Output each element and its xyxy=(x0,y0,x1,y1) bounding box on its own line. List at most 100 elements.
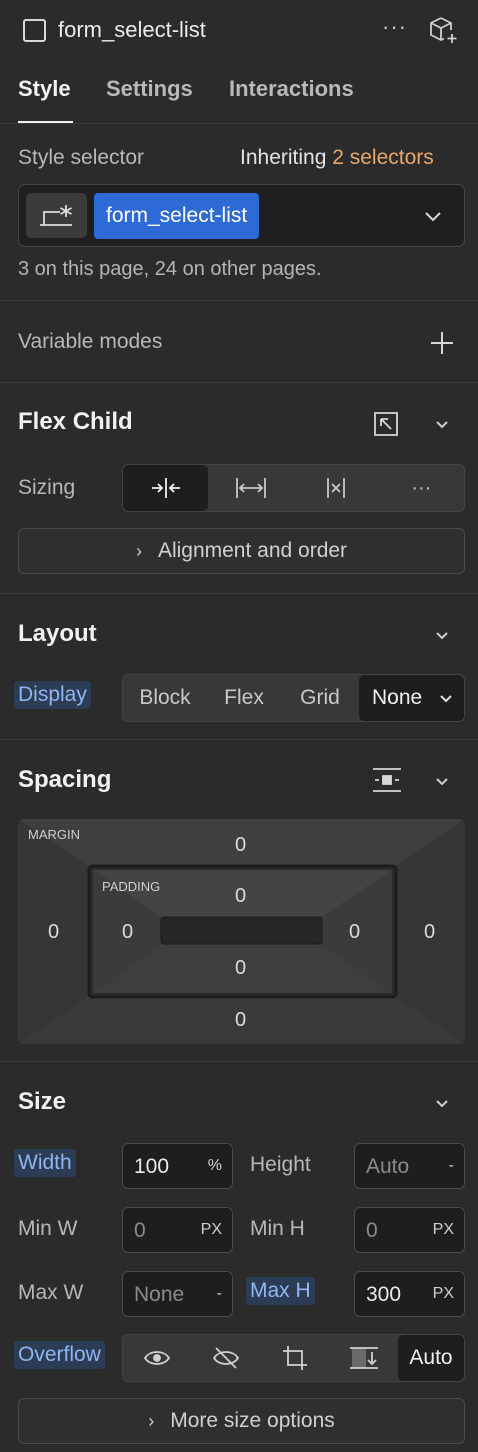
margin-right-value[interactable]: 0 xyxy=(424,921,435,944)
inheriting-text: Inheriting 2 selectors xyxy=(240,146,434,170)
min-height-input[interactable]: 0 PX xyxy=(354,1207,465,1253)
overflow-hidden-option[interactable] xyxy=(192,1335,261,1381)
scroll-down-icon xyxy=(349,1347,378,1369)
min-height-label[interactable]: Min H xyxy=(250,1217,305,1241)
selector-usage-text: 3 on this page, 24 on other pages. xyxy=(18,258,322,280)
size-title: Size xyxy=(18,1088,67,1115)
chevron-right-icon: › xyxy=(135,540,142,561)
display-none-dropdown[interactable]: None xyxy=(359,675,464,721)
layout-collapse-chevron-icon[interactable] xyxy=(431,624,453,646)
display-flex-option[interactable]: Flex xyxy=(207,675,281,721)
overflow-auto-scroll-option[interactable] xyxy=(329,1335,398,1381)
sizing-none-option[interactable] xyxy=(294,465,379,511)
min-width-input[interactable]: 0 PX xyxy=(122,1207,233,1253)
selector-chip[interactable]: form_select-list xyxy=(94,193,260,239)
padding-left-value[interactable]: 0 xyxy=(122,921,133,944)
min-height-value: 0 xyxy=(366,1219,378,1242)
spacing-box-model: MARGIN 0 0 0 0 PADDING 0 0 0 0 xyxy=(18,819,465,1044)
display-segmented-control: Block Flex Grid None xyxy=(122,674,465,722)
flex-child-divider xyxy=(0,593,478,594)
layout-divider xyxy=(0,739,478,740)
width-input[interactable]: 100 % xyxy=(122,1143,233,1189)
margin-left-value[interactable]: 0 xyxy=(48,921,59,944)
display-dropdown-chevron-icon xyxy=(440,695,452,703)
selector-divider xyxy=(0,300,478,301)
component-add-icon[interactable] xyxy=(428,15,458,50)
max-height-value: 300 xyxy=(366,1283,402,1306)
width-value: 100 xyxy=(134,1155,170,1178)
selector-box[interactable]: form_select-list xyxy=(18,184,465,247)
tab-style[interactable]: Style xyxy=(18,76,71,102)
padding-label: PADDING xyxy=(102,879,161,894)
flex-child-collapse-chevron-icon[interactable] xyxy=(431,413,453,435)
flex-child-title: Flex Child xyxy=(18,408,133,435)
display-grid-option[interactable]: Grid xyxy=(281,675,359,721)
add-variable-mode-icon[interactable] xyxy=(429,330,455,361)
max-width-label[interactable]: Max W xyxy=(18,1281,83,1305)
more-size-options-button[interactable]: › More size options xyxy=(18,1398,465,1444)
more-options-icon[interactable]: ··· xyxy=(382,14,407,40)
max-width-value: None xyxy=(134,1283,185,1306)
max-height-input[interactable]: 300 PX xyxy=(354,1271,465,1317)
alignment-and-order-label: Alignment and order xyxy=(157,539,348,562)
crop-icon xyxy=(282,1346,307,1370)
layout-title: Layout xyxy=(18,620,97,647)
spacing-title: Spacing xyxy=(18,766,112,793)
overflow-label[interactable]: Overflow xyxy=(14,1341,105,1369)
overflow-scroll-option[interactable] xyxy=(261,1335,330,1381)
min-width-value: 0 xyxy=(134,1219,146,1242)
max-width-unit-select[interactable]: - xyxy=(217,1285,222,1303)
eye-icon xyxy=(144,1351,171,1365)
style-selector-label: Style selector xyxy=(18,146,145,169)
tab-settings[interactable]: Settings xyxy=(106,76,193,102)
eye-off-icon xyxy=(213,1347,240,1369)
min-height-unit-select[interactable]: PX xyxy=(433,1221,454,1239)
padding-bottom-value[interactable]: 0 xyxy=(235,957,246,980)
display-block-option[interactable]: Block xyxy=(123,675,207,721)
height-input[interactable]: Auto - xyxy=(354,1143,465,1189)
margin-top-value[interactable]: 0 xyxy=(235,834,246,857)
padding-top-value[interactable]: 0 xyxy=(235,885,246,908)
selector-state-icon[interactable] xyxy=(26,193,87,238)
sizing-label: Sizing xyxy=(18,476,76,499)
height-label[interactable]: Height xyxy=(250,1153,311,1177)
spacing-collapse-chevron-icon[interactable] xyxy=(431,770,453,792)
max-height-unit-select[interactable]: PX xyxy=(433,1285,454,1303)
padding-right-value[interactable]: 0 xyxy=(349,921,360,944)
overflow-segmented-control: Auto xyxy=(122,1334,465,1382)
alignment-and-order-button[interactable]: › Alignment and order xyxy=(18,528,465,574)
tabs-divider xyxy=(0,123,478,124)
spacing-divider xyxy=(0,1061,478,1062)
sizing-grow-option[interactable] xyxy=(208,465,293,511)
sizing-more-icon[interactable]: ··· xyxy=(379,465,464,511)
margin-bottom-value[interactable]: 0 xyxy=(235,1009,246,1032)
sizing-segmented-control: ··· xyxy=(122,464,465,512)
chevron-right-icon: › xyxy=(148,1410,155,1431)
selector-dropdown-chevron-icon[interactable] xyxy=(422,205,444,232)
spacing-preset-icon[interactable] xyxy=(371,766,403,799)
select-parent-icon[interactable] xyxy=(372,410,400,443)
height-value: Auto xyxy=(366,1155,410,1178)
min-width-label[interactable]: Min W xyxy=(18,1217,78,1241)
size-collapse-chevron-icon[interactable] xyxy=(431,1092,453,1114)
max-height-label[interactable]: Max H xyxy=(246,1277,315,1305)
overflow-auto-option[interactable]: Auto xyxy=(398,1335,464,1381)
height-unit-select[interactable]: - xyxy=(449,1157,454,1175)
inheriting-prefix: Inheriting xyxy=(240,146,327,169)
inheriting-selectors-link[interactable]: 2 selectors xyxy=(332,146,434,169)
min-width-unit-select[interactable]: PX xyxy=(201,1221,222,1239)
width-label[interactable]: Width xyxy=(14,1149,76,1177)
display-label[interactable]: Display xyxy=(14,681,91,709)
sizing-shrink-option[interactable] xyxy=(123,465,209,511)
overflow-visible-option[interactable] xyxy=(123,1335,192,1381)
display-none-option: None xyxy=(372,686,423,709)
element-name: form_select-list xyxy=(58,17,206,42)
width-unit-select[interactable]: % xyxy=(208,1157,222,1175)
max-width-input[interactable]: None - xyxy=(122,1271,233,1317)
variable-modes-label: Variable modes xyxy=(18,330,163,353)
variable-modes-divider xyxy=(0,382,478,383)
element-checkbox[interactable] xyxy=(23,19,46,42)
more-size-options-label: More size options xyxy=(170,1409,335,1432)
tab-interactions[interactable]: Interactions xyxy=(229,76,354,102)
margin-label: MARGIN xyxy=(28,827,80,842)
